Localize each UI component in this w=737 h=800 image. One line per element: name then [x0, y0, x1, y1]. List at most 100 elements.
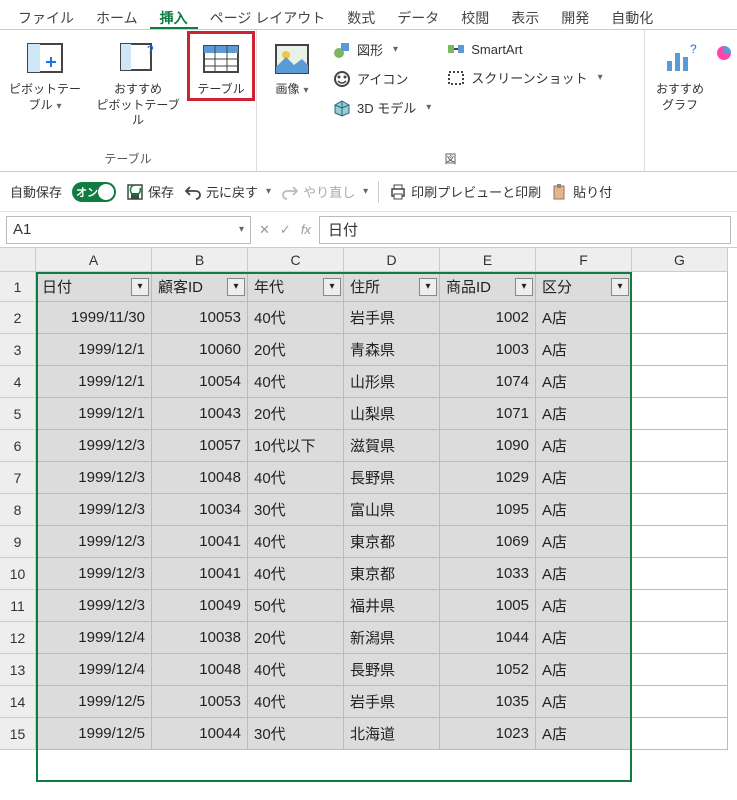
cell[interactable]: 10034: [152, 494, 248, 526]
cell[interactable]: 1035: [440, 686, 536, 718]
cell[interactable]: [632, 430, 728, 462]
cell[interactable]: A店: [536, 718, 632, 750]
cell[interactable]: 1999/12/5: [36, 686, 152, 718]
cell[interactable]: 10041: [152, 526, 248, 558]
cell[interactable]: 日付▾: [36, 272, 152, 302]
tab-view[interactable]: 表示: [501, 4, 549, 29]
save-button[interactable]: 保存: [126, 182, 174, 201]
cell[interactable]: 1052: [440, 654, 536, 686]
filter-dropdown[interactable]: ▾: [131, 278, 149, 296]
cell[interactable]: 20代: [248, 622, 344, 654]
cell[interactable]: A店: [536, 430, 632, 462]
cell[interactable]: 40代: [248, 526, 344, 558]
cell[interactable]: A店: [536, 366, 632, 398]
cell[interactable]: 東京都: [344, 526, 440, 558]
cell[interactable]: 10代以下: [248, 430, 344, 462]
cell[interactable]: 10054: [152, 366, 248, 398]
row-header[interactable]: 10: [0, 558, 36, 590]
cell[interactable]: 1090: [440, 430, 536, 462]
cell[interactable]: 10041: [152, 558, 248, 590]
cell[interactable]: A店: [536, 654, 632, 686]
cell[interactable]: A店: [536, 462, 632, 494]
cell[interactable]: [632, 462, 728, 494]
cell[interactable]: 40代: [248, 686, 344, 718]
name-box[interactable]: A1 ▾: [6, 216, 251, 244]
cell[interactable]: 1069: [440, 526, 536, 558]
shapes-button[interactable]: 図形: [327, 38, 437, 61]
cell[interactable]: 1029: [440, 462, 536, 494]
cell[interactable]: 1002: [440, 302, 536, 334]
recommended-pivottable-button[interactable]: ? おすすめ ピボットテーブル: [90, 34, 186, 129]
cell[interactable]: 富山県: [344, 494, 440, 526]
tab-pagelayout[interactable]: ページ レイアウト: [200, 4, 336, 29]
cell[interactable]: 10048: [152, 462, 248, 494]
tab-automate[interactable]: 自動化: [601, 4, 663, 29]
tab-file[interactable]: ファイル: [8, 4, 84, 29]
cell[interactable]: 東京都: [344, 558, 440, 590]
table-button[interactable]: テーブル: [190, 34, 252, 98]
row-header[interactable]: 13: [0, 654, 36, 686]
cell[interactable]: [632, 334, 728, 366]
cell[interactable]: 長野県: [344, 654, 440, 686]
cell[interactable]: 10057: [152, 430, 248, 462]
filter-dropdown[interactable]: ▾: [611, 278, 629, 296]
cell[interactable]: [632, 398, 728, 430]
row-header[interactable]: 7: [0, 462, 36, 494]
cell[interactable]: 1999/12/1: [36, 334, 152, 366]
cell[interactable]: 40代: [248, 558, 344, 590]
cell[interactable]: 1999/11/30: [36, 302, 152, 334]
cell[interactable]: 区分▾: [536, 272, 632, 302]
col-header-A[interactable]: A: [36, 248, 152, 272]
cell[interactable]: A店: [536, 302, 632, 334]
cell[interactable]: [632, 654, 728, 686]
col-header-C[interactable]: C: [248, 248, 344, 272]
cell[interactable]: 年代▾: [248, 272, 344, 302]
cell[interactable]: 1095: [440, 494, 536, 526]
cell[interactable]: [632, 272, 728, 302]
formula-input[interactable]: 日付: [319, 216, 731, 244]
cell[interactable]: 1999/12/4: [36, 654, 152, 686]
select-all-corner[interactable]: [0, 248, 36, 272]
cell[interactable]: 青森県: [344, 334, 440, 366]
cell[interactable]: [632, 622, 728, 654]
cell[interactable]: 顧客ID▾: [152, 272, 248, 302]
cell[interactable]: 1005: [440, 590, 536, 622]
cell[interactable]: 10060: [152, 334, 248, 366]
row-header[interactable]: 5: [0, 398, 36, 430]
image-button[interactable]: 画像: [261, 34, 323, 98]
row-header[interactable]: 12: [0, 622, 36, 654]
cell[interactable]: A店: [536, 526, 632, 558]
cell[interactable]: 40代: [248, 654, 344, 686]
cell[interactable]: 20代: [248, 334, 344, 366]
row-header[interactable]: 4: [0, 366, 36, 398]
cell[interactable]: [632, 590, 728, 622]
cell[interactable]: A店: [536, 590, 632, 622]
tab-home[interactable]: ホーム: [86, 4, 148, 29]
icons-button[interactable]: アイコン: [327, 67, 437, 90]
fx-icon[interactable]: fx: [301, 222, 311, 237]
cell[interactable]: [632, 494, 728, 526]
row-header[interactable]: 9: [0, 526, 36, 558]
cell[interactable]: 40代: [248, 366, 344, 398]
enter-icon[interactable]: ✓: [280, 222, 291, 238]
col-header-D[interactable]: D: [344, 248, 440, 272]
row-header[interactable]: 1: [0, 272, 36, 302]
cell[interactable]: A店: [536, 622, 632, 654]
cell[interactable]: 1999/12/3: [36, 558, 152, 590]
cell[interactable]: 1999/12/3: [36, 526, 152, 558]
col-header-B[interactable]: B: [152, 248, 248, 272]
cell[interactable]: [632, 718, 728, 750]
cell[interactable]: 1033: [440, 558, 536, 590]
redo-button[interactable]: やり直し: [281, 182, 368, 201]
cell[interactable]: 1999/12/3: [36, 430, 152, 462]
cell[interactable]: 1999/12/1: [36, 366, 152, 398]
cell[interactable]: 10053: [152, 686, 248, 718]
autosave-toggle[interactable]: オン: [72, 182, 116, 202]
screenshot-button[interactable]: スクリーンショット: [441, 66, 608, 89]
cell[interactable]: A店: [536, 334, 632, 366]
row-header[interactable]: 14: [0, 686, 36, 718]
chart-pie-button[interactable]: [715, 34, 733, 65]
cell[interactable]: 岩手県: [344, 302, 440, 334]
row-header[interactable]: 8: [0, 494, 36, 526]
cell[interactable]: 滋賀県: [344, 430, 440, 462]
